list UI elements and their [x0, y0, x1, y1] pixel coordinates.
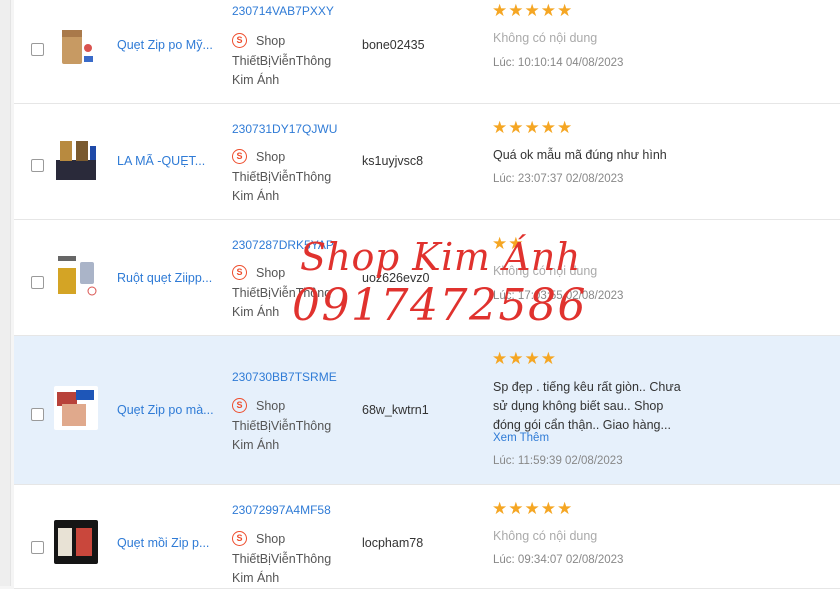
shop-info: S Shop ThiếtBịViễnThông Kim Ánh [232, 530, 357, 589]
review-time: Lúc: 23:07:37 02/08/2023 [493, 173, 624, 185]
review-row: Quẹt Zip po mà... 230730BB7TSRME S Shop … [14, 336, 840, 485]
review-text: Sp đẹp . tiếng kêu rất giòn.. Chưa sử dụ… [493, 380, 681, 432]
shop-label: Shop [256, 150, 286, 164]
shop-name-line2: Kim Ánh [232, 189, 280, 203]
star-rating-icon: ★★★★★ [492, 1, 574, 20]
panel-divider [10, 0, 11, 586]
product-thumbnail[interactable] [54, 26, 98, 70]
product-name-link[interactable]: Quẹt Zip po mà... [117, 403, 222, 417]
review-time: Lúc: 09:34:07 02/08/2023 [493, 554, 624, 566]
review-text: Không có nội dung [493, 31, 598, 45]
shop-info: S Shop ThiếtBịViễnThông Kim Ánh [232, 32, 357, 91]
shop-name-line1: ThiếtBịViễnThông [232, 418, 332, 433]
shop-name-line1: ThiếtBịViễnThông [232, 551, 332, 566]
product-thumbnail[interactable] [54, 138, 98, 182]
shop-info: S Shop ThiếtBịViễnThông Kim Ánh [232, 264, 357, 323]
shop-label: Shop [256, 532, 286, 546]
see-more-link[interactable]: Xem Thêm [493, 432, 549, 444]
product-thumbnail[interactable] [54, 254, 98, 298]
order-id-link[interactable]: 230730BB7TSRME [232, 370, 337, 384]
shop-label: Shop [256, 399, 286, 413]
row-checkbox[interactable] [31, 43, 44, 56]
shopee-bag-icon: S [232, 265, 247, 280]
review-row: Quẹt mồi Zip p... 23072997A4MF58 S Shop … [14, 485, 840, 589]
shop-label: Shop [256, 266, 286, 280]
shop-name-line2: Kim Ánh [232, 305, 280, 319]
buyer-username: 68w_kwtrn1 [362, 403, 429, 417]
shopee-bag-icon: S [232, 398, 247, 413]
buyer-username: ks1uyjvsc8 [362, 154, 424, 168]
review-text: Quá ok mẫu mã đúng như hình [493, 148, 667, 162]
order-id-link[interactable]: 230731DY17QJWU [232, 122, 337, 136]
shopee-bag-icon: S [232, 149, 247, 164]
shopee-bag-icon: S [232, 33, 247, 48]
buyer-username: locpham78 [362, 536, 424, 550]
order-id-link[interactable]: 230714VAB7PXXY [232, 4, 334, 18]
review-time: Lúc: 11:59:39 02/08/2023 [493, 455, 623, 467]
buyer-username: bone02435 [362, 38, 425, 52]
product-name-link[interactable]: Quẹt mồi Zip p... [117, 536, 222, 550]
star-rating-icon: ★★ [492, 234, 525, 253]
buyer-username: uoz626evz0 [362, 271, 430, 285]
star-rating-icon: ★★★★★ [492, 118, 574, 137]
product-thumbnail[interactable] [54, 520, 98, 564]
review-text: Không có nội dung [493, 529, 598, 543]
row-checkbox[interactable] [31, 276, 44, 289]
shop-label: Shop [256, 34, 286, 48]
row-checkbox[interactable] [31, 159, 44, 172]
shop-info: S Shop ThiếtBịViễnThông Kim Ánh [232, 397, 357, 456]
left-panel-edge [0, 0, 10, 586]
review-time: Lúc: 17:03:55 02/08/2023 [493, 290, 624, 302]
row-checkbox[interactable] [31, 408, 44, 421]
shop-info: S Shop ThiếtBịViễnThông Kim Ánh [232, 148, 357, 207]
review-row: Ruột quẹt Ziipp... 2307287DRK5YAP S Shop… [14, 220, 840, 336]
product-name-link[interactable]: LA MÃ -QUẸT... [117, 154, 222, 168]
order-id-link[interactable]: 23072997A4MF58 [232, 503, 331, 517]
order-id-link[interactable]: 2307287DRK5YAP [232, 238, 334, 252]
review-time: Lúc: 10:10:14 04/08/2023 [493, 57, 624, 69]
review-row: LA MÃ -QUẸT... 230731DY17QJWU S Shop Thi… [14, 104, 840, 220]
shop-name-line2: Kim Ánh [232, 438, 280, 452]
product-thumbnail[interactable] [54, 386, 98, 430]
shop-name-line1: ThiếtBịViễnThông [232, 169, 332, 184]
row-checkbox[interactable] [31, 541, 44, 554]
product-name-link[interactable]: Quẹt Zip po Mỹ... [117, 38, 222, 52]
shop-name-line1: ThiếtBịViễnThông [232, 53, 332, 68]
review-list: Quẹt Zip po Mỹ... 230714VAB7PXXY S Shop … [14, 0, 840, 589]
star-rating-icon: ★★★★★ [492, 499, 574, 518]
shopee-bag-icon: S [232, 531, 247, 546]
review-row: Quẹt Zip po Mỹ... 230714VAB7PXXY S Shop … [14, 0, 840, 104]
star-rating-icon: ★★★★ [492, 349, 557, 368]
shop-name-line2: Kim Ánh [232, 73, 280, 87]
shop-name-line1: ThiếtBịViễnThông [232, 285, 332, 300]
review-text: Không có nội dung [493, 264, 598, 278]
product-name-link[interactable]: Ruột quẹt Ziipp... [117, 271, 222, 285]
